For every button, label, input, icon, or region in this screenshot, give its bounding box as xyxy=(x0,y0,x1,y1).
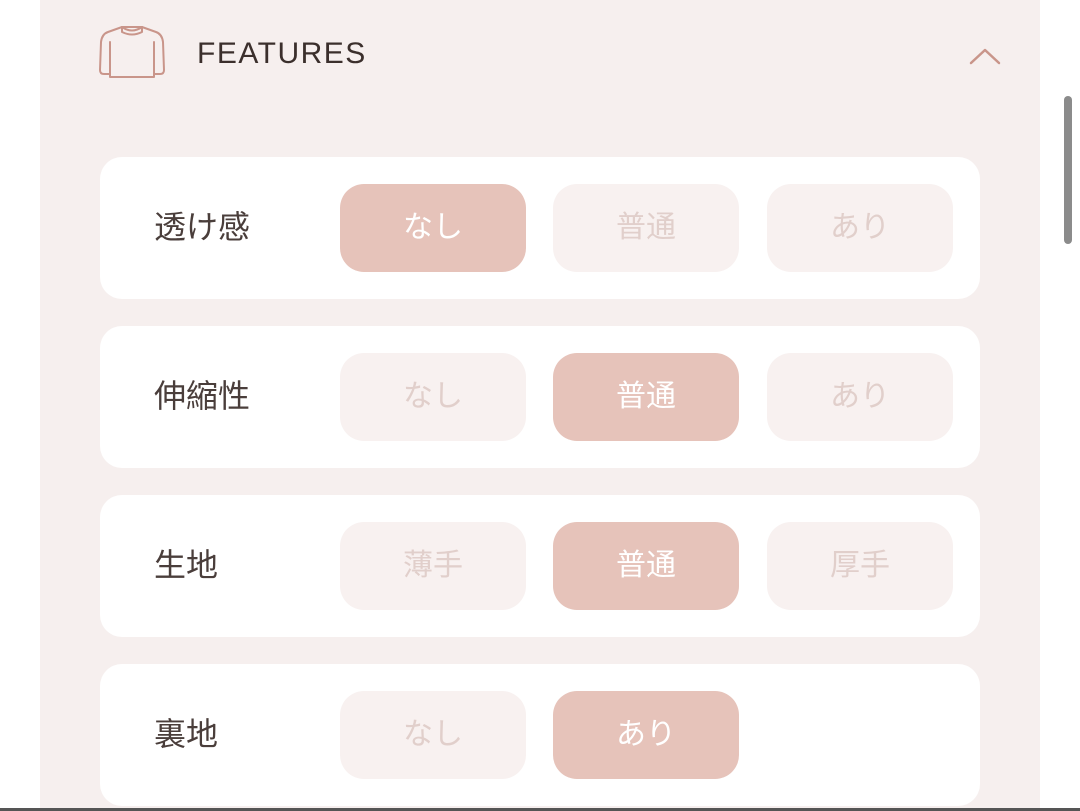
option-button[interactable]: 厚手 xyxy=(767,522,953,610)
option-button[interactable]: 薄手 xyxy=(340,522,526,610)
option-button[interactable]: あり xyxy=(767,184,953,272)
features-panel: FEATURES 透け感 なし 普通 あり 伸縮性 なし 普通 あり 生地 薄手… xyxy=(40,0,1040,811)
feature-label: 裏地 xyxy=(154,715,219,753)
features-header[interactable]: FEATURES xyxy=(40,0,1040,110)
option-button[interactable]: あり xyxy=(767,353,953,441)
option-button-selected[interactable]: 普通 xyxy=(553,522,739,610)
scrollbar[interactable] xyxy=(1064,96,1072,244)
feature-label: 透け感 xyxy=(154,208,251,246)
option-button[interactable]: なし xyxy=(340,353,526,441)
feature-label: 伸縮性 xyxy=(154,377,251,415)
feature-label: 生地 xyxy=(154,546,219,584)
option-button-selected[interactable]: あり xyxy=(553,691,739,779)
option-button-selected[interactable]: 普通 xyxy=(553,353,739,441)
feature-row-transparency: 透け感 なし 普通 あり xyxy=(100,157,980,299)
features-title: FEATURES xyxy=(197,37,367,70)
option-button[interactable]: 普通 xyxy=(553,184,739,272)
option-button-selected[interactable]: なし xyxy=(340,184,526,272)
feature-row-stretch: 伸縮性 なし 普通 あり xyxy=(100,326,980,468)
chevron-up-icon[interactable] xyxy=(968,44,1002,68)
shirt-icon xyxy=(98,24,166,80)
feature-row-lining: 裏地 なし あり xyxy=(100,664,980,806)
option-button[interactable]: なし xyxy=(340,691,526,779)
feature-row-fabric: 生地 薄手 普通 厚手 xyxy=(100,495,980,637)
